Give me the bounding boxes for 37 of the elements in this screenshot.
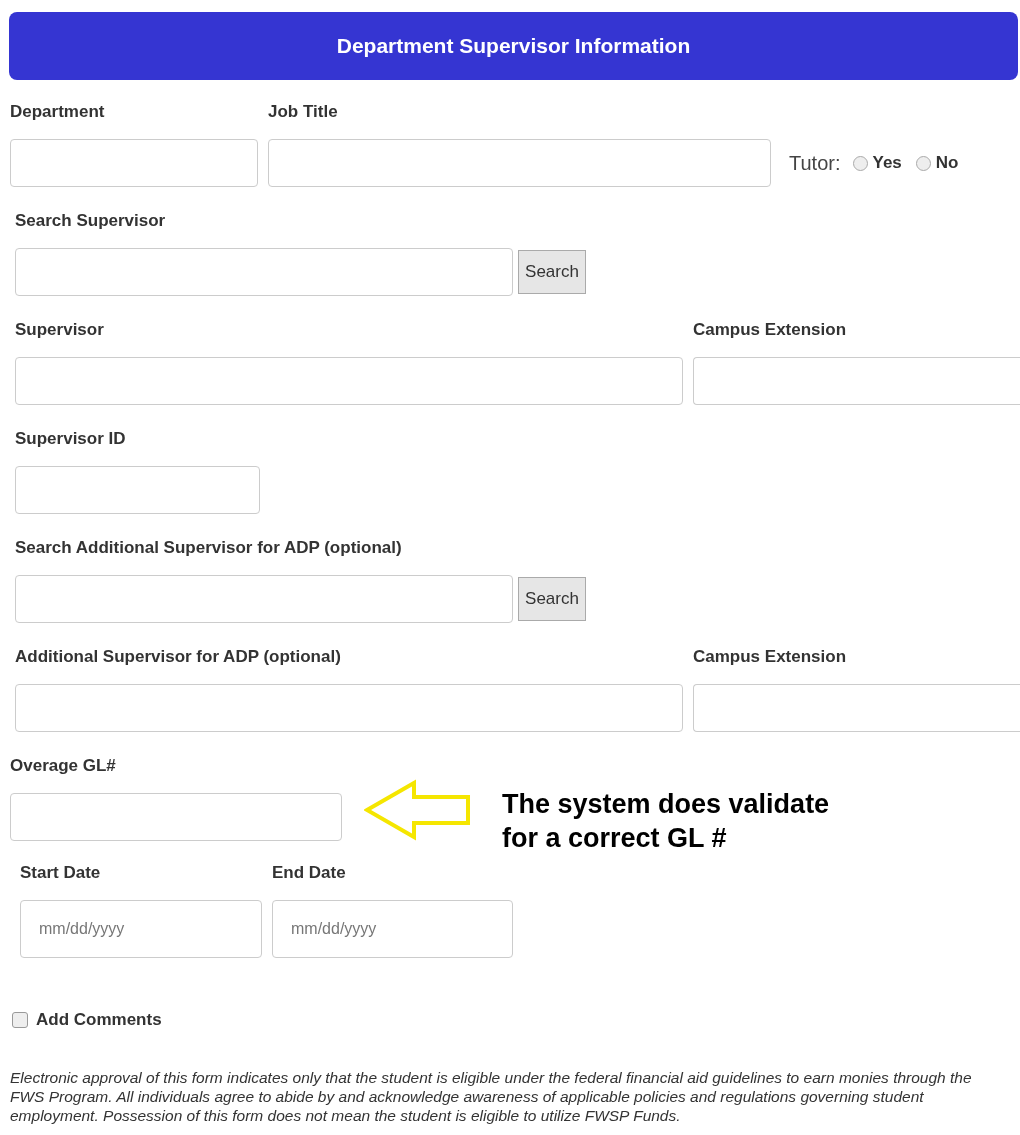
checkbox[interactable]: [12, 1012, 28, 1028]
field-label: Department: [10, 102, 106, 122]
radio-button[interactable]: [915, 155, 931, 171]
checkbox-label: Add Comments: [36, 1010, 162, 1030]
date-field[interactable]: mm/dd/yyyy: [20, 900, 262, 958]
radio-label: Yes: [872, 153, 902, 173]
field-label: Tutor:: [789, 151, 841, 175]
annotation-text: The system does validate for a correct GL #: [502, 788, 830, 855]
radio-label: No: [935, 153, 959, 173]
field-label: Start Date: [20, 863, 102, 883]
input-field[interactable]: [10, 139, 258, 187]
input-field[interactable]: [15, 357, 683, 405]
field-label: Search Additional Supervisor for ADP (optional): [15, 538, 403, 558]
section-header: Department Supervisor Information: [9, 12, 1018, 80]
arrow-icon: [364, 779, 472, 841]
disclaimer-text: Electronic approval of this form indicates only that the student is eligible under the federal financial aid guidelines to earn monies through the FWS Program. All individuals agree to abide by and acknowledge awareness of applicable policies and regulations governing student employment. Possession of this form does not mean the student is eligible to utilize FWSP Funds.: [10, 1068, 973, 1125]
field-label: Search Supervisor: [15, 211, 167, 231]
search-button[interactable]: Search: [518, 250, 586, 294]
field-label: Campus Extension: [693, 647, 848, 667]
field-label: Job Title: [268, 102, 339, 122]
date-field[interactable]: mm/dd/yyyy: [272, 900, 513, 958]
input-field[interactable]: [15, 466, 260, 514]
field-label: Additional Supervisor for ADP (optional): [15, 647, 342, 667]
search-field[interactable]: [15, 248, 513, 296]
field-label: Supervisor ID: [15, 429, 127, 449]
field-label: Campus Extension: [693, 320, 848, 340]
input-field[interactable]: [15, 684, 683, 732]
search-button[interactable]: Search: [518, 577, 586, 621]
input-field[interactable]: [693, 357, 1020, 405]
field-label: Supervisor: [15, 320, 105, 340]
input-field[interactable]: [693, 684, 1020, 732]
input-field[interactable]: [10, 793, 342, 841]
field-label: Overage GL#: [10, 756, 117, 776]
field-label: End Date: [272, 863, 347, 883]
search-field[interactable]: [15, 575, 513, 623]
radio-button[interactable]: [852, 155, 868, 171]
input-field[interactable]: [268, 139, 771, 187]
